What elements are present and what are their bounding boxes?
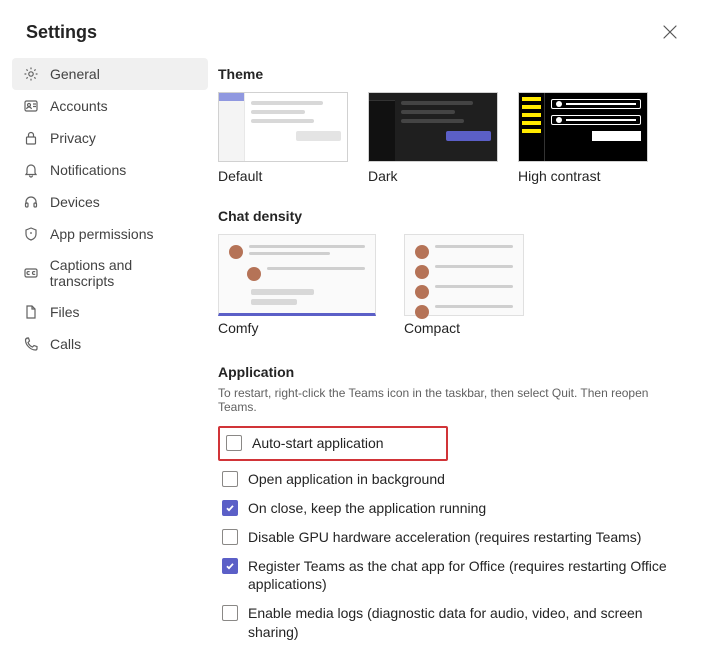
checkbox[interactable] (222, 605, 238, 621)
sidebar-item-general[interactable]: General (12, 58, 208, 90)
sidebar-item-accounts[interactable]: Accounts (12, 90, 208, 122)
option-label: On close, keep the application running (248, 499, 486, 518)
density-thumb-compact (404, 234, 524, 316)
option-on-close-keep-running[interactable]: On close, keep the application running (218, 494, 684, 523)
theme-option-default[interactable]: Default (218, 92, 348, 184)
theme-thumb-high-contrast (518, 92, 648, 162)
gear-icon (22, 65, 40, 83)
sidebar-item-label: Notifications (50, 162, 126, 178)
captions-icon (22, 264, 40, 282)
sidebar-item-captions[interactable]: Captions and transcripts (12, 250, 208, 296)
sidebar-item-calls[interactable]: Calls (12, 328, 208, 360)
settings-main: Theme Default (208, 58, 690, 647)
sidebar-item-label: Captions and transcripts (50, 257, 198, 289)
sidebar-item-notifications[interactable]: Notifications (12, 154, 208, 186)
lock-icon (22, 129, 40, 147)
settings-sidebar: General Accounts Privacy Notifications D (12, 58, 208, 647)
density-label: Comfy (218, 320, 376, 336)
option-label: Open application in background (248, 470, 445, 489)
checkbox[interactable] (222, 500, 238, 516)
density-label: Compact (404, 320, 524, 336)
close-button[interactable] (658, 20, 682, 44)
theme-label: Dark (368, 168, 498, 184)
sidebar-item-label: General (50, 66, 100, 82)
sidebar-item-label: Devices (50, 194, 100, 210)
shield-icon (22, 225, 40, 243)
option-media-logs[interactable]: Enable media logs (diagnostic data for a… (218, 599, 684, 647)
theme-section-title: Theme (218, 66, 684, 82)
density-thumb-comfy (218, 234, 376, 316)
option-register-chat-app[interactable]: Register Teams as the chat app for Offic… (218, 552, 684, 600)
application-section-title: Application (218, 364, 684, 380)
option-label: Disable GPU hardware acceleration (requi… (248, 528, 641, 547)
sidebar-item-label: Privacy (50, 130, 96, 146)
sidebar-item-files[interactable]: Files (12, 296, 208, 328)
checkbox[interactable] (222, 529, 238, 545)
sidebar-item-label: App permissions (50, 226, 154, 242)
theme-label: Default (218, 168, 348, 184)
option-label: Enable media logs (diagnostic data for a… (248, 604, 680, 642)
option-open-background[interactable]: Open application in background (218, 465, 684, 494)
sidebar-item-label: Accounts (50, 98, 108, 114)
density-section-title: Chat density (218, 208, 684, 224)
option-auto-start[interactable]: Auto-start application (218, 426, 448, 461)
option-label: Auto-start application (252, 434, 384, 453)
option-label: Register Teams as the chat app for Offic… (248, 557, 680, 595)
application-subtitle: To restart, right-click the Teams icon i… (218, 386, 684, 414)
checkbox[interactable] (226, 435, 242, 451)
sidebar-item-label: Files (50, 304, 80, 320)
sidebar-item-devices[interactable]: Devices (12, 186, 208, 218)
option-disable-gpu[interactable]: Disable GPU hardware acceleration (requi… (218, 523, 684, 552)
page-title: Settings (26, 22, 97, 43)
theme-thumb-default (218, 92, 348, 162)
density-option-compact[interactable]: Compact (404, 234, 524, 336)
sidebar-item-label: Calls (50, 336, 81, 352)
theme-label: High contrast (518, 168, 648, 184)
file-icon (22, 303, 40, 321)
density-option-comfy[interactable]: Comfy (218, 234, 376, 336)
sidebar-item-app-permissions[interactable]: App permissions (12, 218, 208, 250)
sidebar-item-privacy[interactable]: Privacy (12, 122, 208, 154)
headset-icon (22, 193, 40, 211)
close-icon (663, 25, 677, 39)
theme-thumb-dark (368, 92, 498, 162)
application-options: Auto-start application Open application … (218, 426, 684, 647)
theme-option-dark[interactable]: Dark (368, 92, 498, 184)
checkbox[interactable] (222, 471, 238, 487)
bell-icon (22, 161, 40, 179)
accounts-icon (22, 97, 40, 115)
phone-icon (22, 335, 40, 353)
checkbox[interactable] (222, 558, 238, 574)
theme-option-high-contrast[interactable]: High contrast (518, 92, 648, 184)
